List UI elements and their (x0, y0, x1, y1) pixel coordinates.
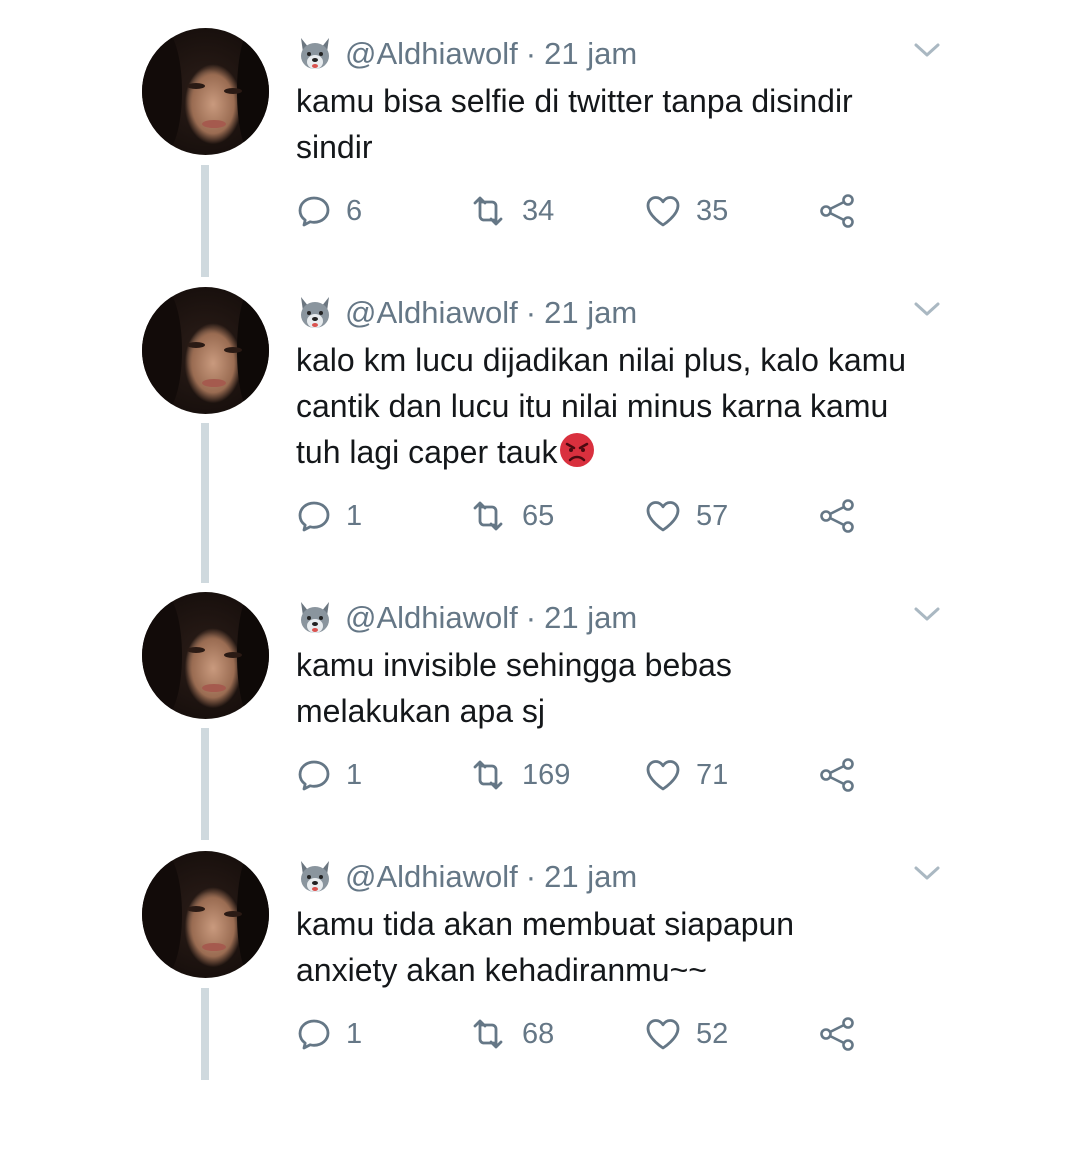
separator-dot: · (525, 600, 537, 635)
chevron-down-icon[interactable] (912, 40, 942, 60)
share-icon (818, 757, 858, 793)
tweet-text: kamu bisa selfie di twitter tanpa disind… (296, 78, 936, 170)
avatar[interactable] (142, 287, 269, 414)
tweet-handle[interactable]: @Aldhiawolf (345, 600, 518, 636)
reply-count: 1 (346, 1017, 363, 1050)
reply-count: 1 (346, 758, 363, 791)
heart-icon (644, 193, 682, 229)
share-button[interactable] (818, 186, 858, 236)
reply-button[interactable]: 1 (296, 491, 362, 541)
wolf-face-icon (297, 36, 333, 72)
tweet-handle[interactable]: @Aldhiawolf (345, 36, 518, 72)
heart-icon (644, 1016, 682, 1052)
separator-dot: · (525, 295, 537, 330)
reply-button[interactable]: 6 (296, 186, 362, 236)
like-button[interactable]: 71 (644, 750, 728, 800)
tweet-actions: 1 169 71 (296, 750, 876, 800)
retweet-button[interactable]: 169 (468, 750, 570, 800)
like-button[interactable]: 35 (644, 186, 728, 236)
retweet-count: 169 (522, 758, 571, 791)
share-button[interactable] (818, 491, 858, 541)
share-button[interactable] (818, 750, 858, 800)
tweet-handle[interactable]: @Aldhiawolf (345, 295, 518, 331)
tweet-text: kamu invisible sehingga bebas melakukan … (296, 642, 816, 734)
reply-button[interactable]: 1 (296, 1009, 362, 1059)
tweet-time[interactable]: 21 jam (544, 600, 637, 636)
chevron-down-icon[interactable] (912, 299, 942, 319)
like-button[interactable]: 52 (644, 1009, 728, 1059)
chevron-down-icon[interactable] (912, 604, 942, 624)
reply-icon (296, 498, 332, 534)
tweet-actions: 6 34 35 (296, 186, 876, 236)
reply-icon (296, 1016, 332, 1052)
retweet-button[interactable]: 34 (468, 186, 554, 236)
tweet-text-body: kamu invisible sehingga bebas melakukan … (296, 647, 732, 729)
like-count: 57 (696, 499, 729, 532)
retweet-count: 68 (522, 1017, 555, 1050)
tweet-actions: 1 68 52 (296, 1009, 876, 1059)
tweet-text-body: kamu tida akan membuat siapapun anxiety … (296, 906, 795, 988)
avatar[interactable] (142, 592, 269, 719)
avatar[interactable] (142, 28, 269, 155)
retweet-count: 65 (522, 499, 555, 532)
tweet-text-body: kamu bisa selfie di twitter tanpa disind… (296, 83, 853, 165)
avatar[interactable] (142, 851, 269, 978)
tweet-handle[interactable]: @Aldhiawolf (345, 859, 518, 895)
separator-dot: · (525, 859, 537, 894)
tweet-time[interactable]: 21 jam (544, 859, 637, 895)
wolf-face-icon (297, 600, 333, 636)
share-icon (818, 498, 858, 534)
like-button[interactable]: 57 (644, 491, 728, 541)
tweet[interactable]: @Aldhiawolf · 21 jam kamu invisible sehi… (0, 592, 1080, 892)
tweet-actions: 1 65 57 (296, 491, 876, 541)
reply-icon (296, 757, 332, 793)
like-count: 71 (696, 758, 729, 791)
retweet-button[interactable]: 65 (468, 491, 554, 541)
tweet-header: @Aldhiawolf · 21 jam (297, 855, 637, 899)
chevron-down-icon[interactable] (912, 863, 942, 883)
like-count: 52 (696, 1017, 729, 1050)
tweet-header: @Aldhiawolf · 21 jam (297, 596, 637, 640)
tweet-header: @Aldhiawolf · 21 jam (297, 291, 637, 335)
heart-icon (644, 498, 682, 534)
tweet-time[interactable]: 21 jam (544, 36, 637, 72)
tweet-header: @Aldhiawolf · 21 jam (297, 32, 637, 76)
separator-dot: · (525, 36, 537, 71)
tweet-text: kalo km lucu dijadikan nilai plus, kalo … (296, 337, 936, 475)
reply-icon (296, 193, 332, 229)
retweet-button[interactable]: 68 (468, 1009, 554, 1059)
retweet-icon (468, 1016, 508, 1052)
wolf-face-icon (297, 859, 333, 895)
angry-face-icon (558, 431, 596, 469)
like-count: 35 (696, 194, 729, 227)
retweet-icon (468, 193, 508, 229)
retweet-icon (468, 498, 508, 534)
tweet[interactable]: @Aldhiawolf · 21 jam kalo km lucu dijadi… (0, 287, 1080, 587)
tweet[interactable]: @Aldhiawolf · 21 jam kamu tida akan memb… (0, 851, 1080, 1151)
tweet-time[interactable]: 21 jam (544, 295, 637, 331)
tweet-text-body: kalo km lucu dijadikan nilai plus, kalo … (296, 342, 907, 470)
retweet-icon (468, 757, 508, 793)
share-icon (818, 1016, 858, 1052)
share-icon (818, 193, 858, 229)
reply-count: 6 (346, 194, 363, 227)
retweet-count: 34 (522, 194, 555, 227)
share-button[interactable] (818, 1009, 858, 1059)
heart-icon (644, 757, 682, 793)
reply-count: 1 (346, 499, 363, 532)
reply-button[interactable]: 1 (296, 750, 362, 800)
tweet[interactable]: @Aldhiawolf · 21 jam kamu bisa selfie di… (0, 28, 1080, 328)
wolf-face-icon (297, 295, 333, 331)
tweet-text: kamu tida akan membuat siapapun anxiety … (296, 901, 876, 993)
